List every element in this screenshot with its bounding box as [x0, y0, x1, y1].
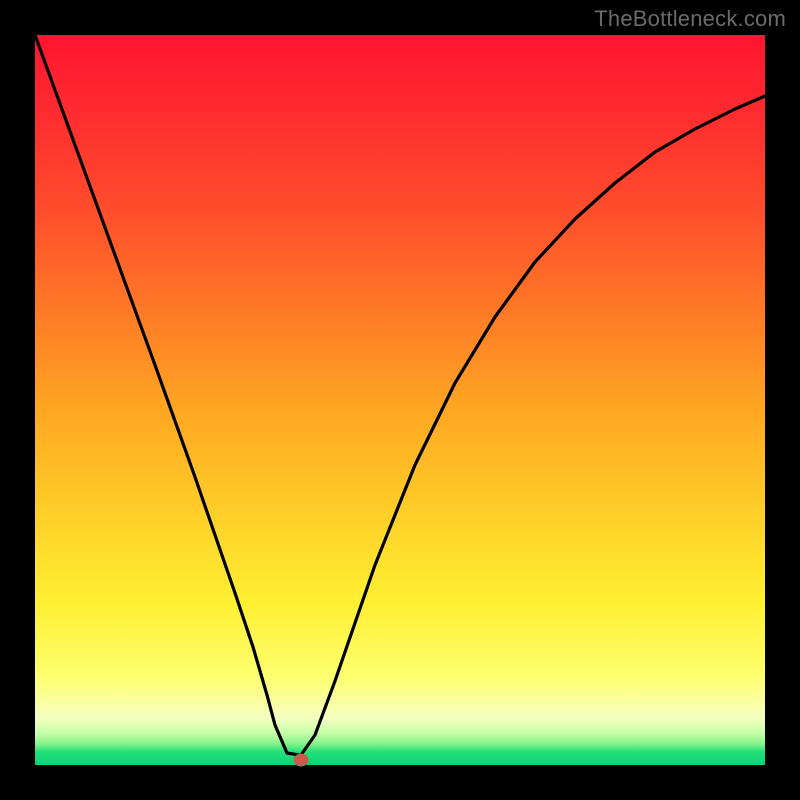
minimum-marker	[294, 754, 309, 767]
bottleneck-curve-svg	[35, 35, 765, 765]
chart-frame: TheBottleneck.com	[0, 0, 800, 800]
bottleneck-curve-path	[35, 35, 765, 755]
watermark-text: TheBottleneck.com	[594, 6, 786, 32]
